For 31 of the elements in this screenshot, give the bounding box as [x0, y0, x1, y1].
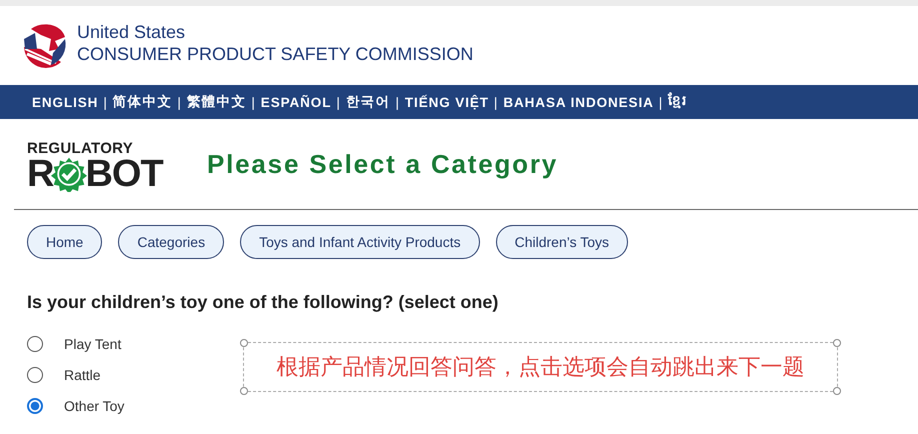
language-link[interactable]: ENGLISH: [32, 94, 98, 110]
breadcrumb-button[interactable]: Toys and Infant Activity Products: [240, 225, 480, 259]
option-label[interactable]: Other Toy: [64, 398, 124, 414]
language-link[interactable]: BAHASA INDONESIA: [503, 94, 654, 110]
regulatory-robot-logo[interactable]: REGULATORY R BOT: [27, 140, 167, 192]
language-link[interactable]: 繁體中文: [186, 93, 246, 111]
separator: |: [494, 94, 498, 110]
separator: |: [336, 94, 341, 110]
language-link[interactable]: 简体中文: [112, 93, 172, 111]
annotation-note: 根据产品情况回答问答，点击选项会自动跳出来下一题: [243, 342, 838, 392]
language-link[interactable]: ESPAÑOL: [260, 94, 332, 110]
breadcrumb-button[interactable]: Home: [27, 225, 102, 259]
agency-name: United States: [77, 20, 186, 42]
separator: |: [251, 94, 256, 110]
separator: |: [395, 94, 400, 110]
page-title: Please Select a Category: [207, 148, 558, 180]
separator: |: [103, 94, 108, 110]
radio-button[interactable]: [27, 336, 43, 352]
agency-name: CONSUMER PRODUCT SAFETY COMMISSION: [77, 42, 474, 64]
option-label[interactable]: Rattle: [64, 366, 101, 382]
separator: |: [658, 94, 664, 110]
language-link[interactable]: TIẾNG VIỆT: [404, 94, 489, 110]
option-label[interactable]: Play Tent: [64, 336, 122, 352]
breadcrumb-button[interactable]: Children’s Toys: [496, 225, 628, 259]
language-link[interactable]: 한국어: [346, 93, 390, 111]
separator: |: [177, 94, 182, 110]
radio-button[interactable]: [27, 398, 43, 414]
radio-button[interactable]: [27, 366, 43, 382]
language-link[interactable]: ខ្មែរ: [668, 92, 687, 112]
question-text: Is your children’s toy one of the following? (select one): [27, 292, 500, 313]
breadcrumb-button[interactable]: Categories: [118, 225, 224, 259]
